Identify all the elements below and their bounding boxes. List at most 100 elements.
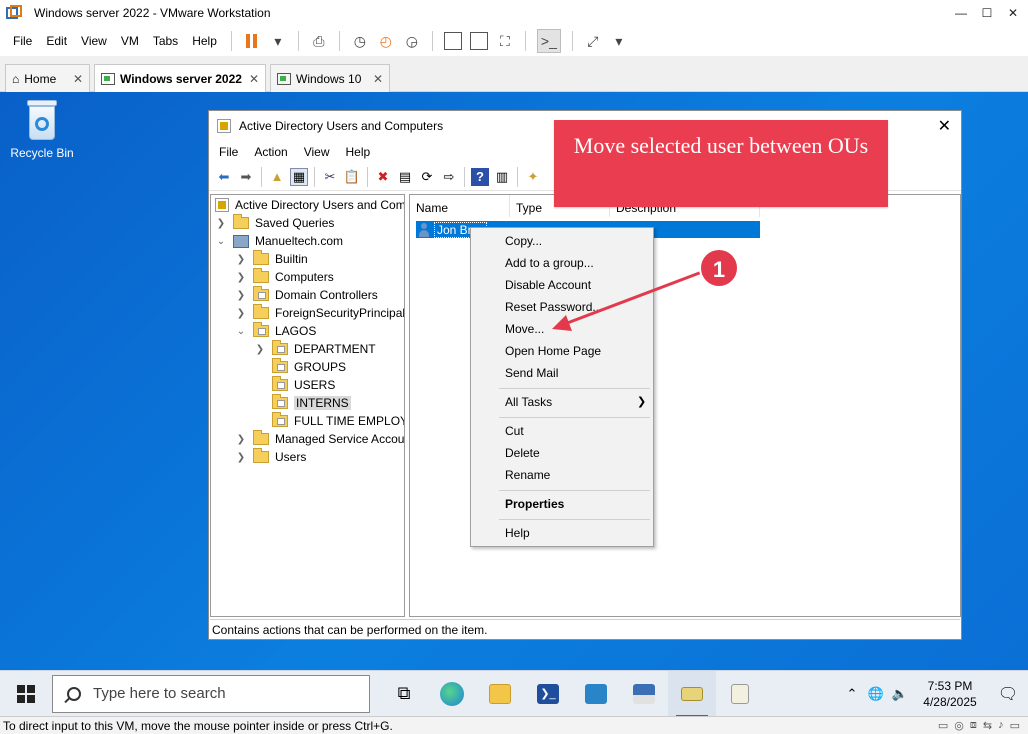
- show-action-pane-icon[interactable]: ▥: [493, 168, 511, 186]
- thumbnail-icon[interactable]: [469, 32, 488, 50]
- sound-icon[interactable]: ♪: [998, 719, 1004, 734]
- aduc-menu-action[interactable]: Action: [246, 145, 295, 159]
- menu-item-rename[interactable]: Rename: [505, 466, 550, 484]
- refresh-icon[interactable]: ⟳: [418, 168, 436, 186]
- delete-icon[interactable]: ✖: [374, 168, 392, 186]
- tree-node-foreign-security-principals[interactable]: ❯ ForeignSecurityPrincipals: [235, 304, 404, 322]
- network-adapter-icon[interactable]: ⧈: [970, 719, 977, 734]
- notification-icon[interactable]: 🗨: [988, 684, 1028, 704]
- chevron-down-icon[interactable]: ▾: [610, 32, 628, 50]
- chevron-down-icon[interactable]: ▾: [269, 32, 287, 50]
- chevron-right-icon[interactable]: ❯: [235, 452, 247, 463]
- hard-disk-icon[interactable]: ▭: [938, 719, 948, 734]
- help-icon[interactable]: ?: [471, 167, 489, 186]
- menu-item-cut[interactable]: Cut: [505, 422, 524, 440]
- tree-node-computers[interactable]: ❯ Computers: [235, 268, 334, 286]
- menu-tabs[interactable]: Tabs: [146, 34, 185, 48]
- new-user-icon[interactable]: ✦: [524, 168, 542, 186]
- cd-drive-icon[interactable]: ◎: [954, 719, 964, 734]
- chevron-up-icon[interactable]: ⌃: [843, 686, 861, 702]
- close-button[interactable]: ✕: [1002, 6, 1024, 20]
- chevron-right-icon[interactable]: ❯: [254, 344, 266, 355]
- menu-item-add-to-group[interactable]: Add to a group...: [505, 254, 594, 272]
- aduc-close-button[interactable]: ✕: [938, 116, 951, 136]
- tree-node-domain[interactable]: ⌄ Manueltech.com: [215, 232, 343, 250]
- tree-node-lagos[interactable]: ⌄ LAGOS: [235, 322, 316, 340]
- menu-item-send-mail[interactable]: Send Mail: [505, 364, 558, 382]
- file-explorer-button[interactable]: [476, 671, 524, 717]
- chevron-right-icon[interactable]: ❯: [235, 254, 247, 265]
- properties-icon[interactable]: ▤: [396, 168, 414, 186]
- tree-node-saved-queries[interactable]: ❯ Saved Queries: [215, 214, 334, 232]
- volume-icon[interactable]: 🔈: [891, 686, 909, 702]
- network-icon[interactable]: 🌐: [867, 686, 885, 702]
- revert-snapshot-icon[interactable]: ◴: [377, 32, 395, 50]
- menu-item-move[interactable]: Move...: [505, 320, 544, 338]
- column-name[interactable]: Name: [410, 195, 510, 217]
- pause-icon[interactable]: [243, 32, 261, 50]
- library-icon[interactable]: [443, 32, 462, 50]
- menu-item-disable-account[interactable]: Disable Account: [505, 276, 591, 294]
- tree-node-domain-controllers[interactable]: ❯ Domain Controllers: [235, 286, 378, 304]
- forward-icon[interactable]: ➡: [237, 168, 255, 186]
- tree-node-groups[interactable]: GROUPS: [272, 358, 346, 376]
- maximize-button[interactable]: ☐: [976, 6, 998, 20]
- start-button[interactable]: [0, 671, 52, 717]
- aduc-taskbar-button[interactable]: [668, 670, 716, 717]
- close-icon[interactable]: ✕: [73, 72, 83, 86]
- tree-node-interns[interactable]: INTERNS: [272, 394, 351, 412]
- clock[interactable]: 7:53 PM 4/28/2025: [918, 678, 982, 710]
- tree-node-users[interactable]: ❯ Users: [235, 448, 306, 466]
- server-manager-button[interactable]: [620, 671, 668, 717]
- menu-file[interactable]: File: [6, 34, 39, 48]
- menu-item-copy[interactable]: Copy...: [505, 232, 542, 250]
- tree-node-managed-service-accounts[interactable]: ❯ Managed Service Accour: [235, 430, 404, 448]
- notepad-button[interactable]: [716, 671, 764, 717]
- chevron-right-icon[interactable]: ❯: [235, 272, 247, 283]
- menu-view[interactable]: View: [74, 34, 114, 48]
- console-tree[interactable]: Active Directory Users and Com ❯ Saved Q…: [210, 194, 405, 617]
- usb-icon[interactable]: ⇆: [983, 719, 992, 734]
- cut-icon[interactable]: ✂: [321, 168, 339, 186]
- tab-home[interactable]: ⌂ Home ✕: [5, 64, 90, 92]
- full-screen-icon[interactable]: ⛶: [496, 32, 514, 50]
- aduc-menu-file[interactable]: File: [211, 145, 246, 159]
- edge-button[interactable]: [428, 671, 476, 717]
- powershell-button[interactable]: ❯_: [524, 671, 572, 717]
- tree-node-builtin[interactable]: ❯ Builtin: [235, 250, 308, 268]
- tab-windows-server-2022[interactable]: Windows server 2022 ✕: [94, 64, 266, 93]
- menu-item-open-home-page[interactable]: Open Home Page: [505, 342, 601, 360]
- menu-item-properties[interactable]: Properties: [505, 495, 564, 513]
- aduc-menu-help[interactable]: Help: [338, 145, 379, 159]
- tab-windows-10[interactable]: Windows 10 ✕: [270, 64, 390, 92]
- menu-item-delete[interactable]: Delete: [505, 444, 540, 462]
- chevron-right-icon[interactable]: ❯: [235, 308, 247, 319]
- close-icon[interactable]: ✕: [373, 72, 383, 86]
- tree-node-root[interactable]: Active Directory Users and Com: [215, 196, 404, 214]
- export-list-icon[interactable]: ⇨: [440, 168, 458, 186]
- tree-node-full-time-employees[interactable]: FULL TIME EMPLOYE: [272, 412, 404, 430]
- copy-icon[interactable]: 📋: [343, 168, 361, 186]
- close-icon[interactable]: ✕: [249, 72, 259, 86]
- tree-node-department[interactable]: ❯ DEPARTMENT: [254, 340, 376, 358]
- aduc-menu-view[interactable]: View: [296, 145, 338, 159]
- menu-vm[interactable]: VM: [114, 34, 146, 48]
- chevron-right-icon[interactable]: ❯: [235, 434, 247, 445]
- console-view-icon[interactable]: >_: [536, 29, 561, 53]
- menu-edit[interactable]: Edit: [39, 34, 74, 48]
- snapshot-manager-icon[interactable]: ◶: [403, 32, 421, 50]
- recycle-bin-shortcut[interactable]: Recycle Bin: [8, 100, 76, 160]
- stretch-icon[interactable]: ⤢: [584, 32, 602, 50]
- tree-node-users-ou[interactable]: USERS: [272, 376, 335, 394]
- menu-item-all-tasks[interactable]: All Tasks: [505, 393, 552, 411]
- show-console-tree-icon[interactable]: ▦: [290, 167, 308, 186]
- chevron-down-icon[interactable]: ⌄: [215, 236, 227, 247]
- powershell-ise-button[interactable]: [572, 671, 620, 717]
- task-view-button[interactable]: ⧉: [380, 671, 428, 717]
- menu-item-help[interactable]: Help: [505, 524, 530, 542]
- chevron-down-icon[interactable]: ⌄: [235, 326, 247, 337]
- back-icon[interactable]: ⬅: [215, 168, 233, 186]
- chevron-right-icon[interactable]: ❯: [235, 290, 247, 301]
- snapshot-icon[interactable]: ◷: [351, 32, 369, 50]
- chevron-right-icon[interactable]: ❯: [215, 218, 227, 229]
